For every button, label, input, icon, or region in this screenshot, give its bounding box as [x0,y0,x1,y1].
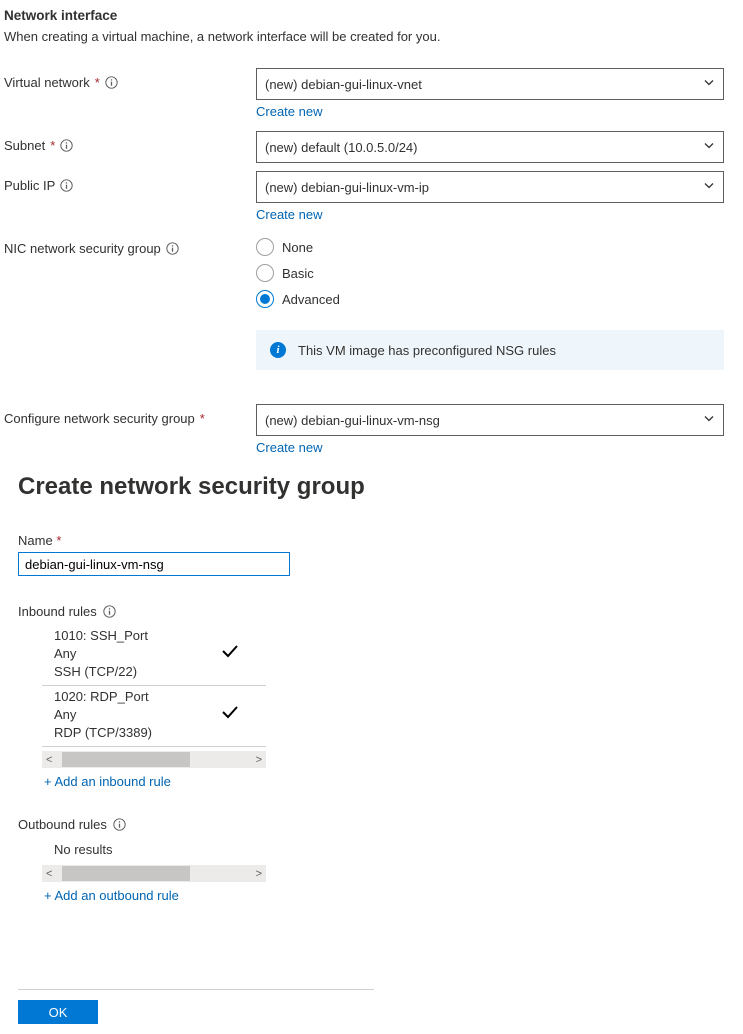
rule-service: RDP (TCP/3389) [54,724,236,742]
scroll-left-icon[interactable]: < [44,754,54,766]
row-nic-nsg: NIC network security group None Basic Ad… [4,234,739,308]
link-add-inbound-rule[interactable]: + Add an inbound rule [44,774,171,789]
label-configure-nsg: Configure network security group * [4,404,256,426]
row-subnet: Subnet * (new) default (10.0.5.0/24) [4,131,739,163]
dropdown-subnet-value: (new) default (10.0.5.0/24) [265,140,417,155]
required-asterisk: * [56,533,61,548]
info-icon[interactable] [60,139,73,152]
heading-inbound-rules-text: Inbound rules [18,604,97,619]
link-add-outbound-rule[interactable]: + Add an outbound rule [44,888,179,903]
radio-group-nic-nsg: None Basic Advanced [256,234,724,308]
link-create-new-nsg[interactable]: Create new [256,440,322,455]
scrollbar-thumb[interactable] [62,752,190,767]
scroll-left-icon[interactable]: < [44,868,54,880]
radio-option-advanced[interactable]: Advanced [256,290,724,308]
horizontal-scrollbar[interactable]: < > [42,751,266,768]
heading-create-nsg: Create network security group [18,473,739,501]
checkmark-icon [220,702,240,727]
section-description: When creating a virtual machine, a netwo… [4,29,739,44]
chevron-down-icon [703,413,715,428]
info-banner-preconfigured-nsg: i This VM image has preconfigured NSG ru… [256,330,724,370]
rule-priority: 1020: RDP_Port [54,688,236,706]
no-results-text: No results [42,838,266,861]
dropdown-public-ip-value: (new) debian-gui-linux-vm-ip [265,180,429,195]
link-create-new-vnet[interactable]: Create new [256,104,322,119]
input-nsg-name[interactable] [18,552,290,576]
outbound-rules-list: No results < > [42,838,266,882]
label-nic-nsg: NIC network security group [4,234,256,256]
dropdown-configure-nsg-value: (new) debian-gui-linux-vm-nsg [265,413,440,428]
info-icon[interactable] [103,605,116,618]
chevron-down-icon [703,180,715,195]
link-create-new-ip[interactable]: Create new [256,207,322,222]
dropdown-virtual-network[interactable]: (new) debian-gui-linux-vnet [256,68,724,100]
rule-entry-ssh[interactable]: 1010: SSH_Port Any SSH (TCP/22) [42,625,266,686]
chevron-down-icon [703,140,715,155]
required-asterisk: * [50,138,55,153]
label-public-ip: Public IP [4,171,256,193]
checkmark-icon [220,641,240,666]
info-icon[interactable] [105,76,118,89]
label-virtual-network: Virtual network * [4,68,256,90]
label-subnet-text: Subnet [4,138,45,153]
rule-entry-rdp[interactable]: 1020: RDP_Port Any RDP (TCP/3389) [42,686,266,747]
row-virtual-network: Virtual network * (new) debian-gui-linux… [4,68,739,119]
label-nic-nsg-text: NIC network security group [4,241,161,256]
info-icon[interactable] [166,242,179,255]
heading-outbound-rules: Outbound rules [18,817,739,832]
required-asterisk: * [200,411,205,426]
label-virtual-network-text: Virtual network [4,75,90,90]
dropdown-configure-nsg[interactable]: (new) debian-gui-linux-vm-nsg [256,404,724,436]
label-public-ip-text: Public IP [4,178,55,193]
heading-inbound-rules: Inbound rules [18,604,739,619]
horizontal-scrollbar[interactable]: < > [42,865,266,882]
scrollbar-thumb[interactable] [62,866,190,881]
radio-label: None [282,240,313,255]
info-banner-text: This VM image has preconfigured NSG rule… [298,343,556,358]
radio-label: Basic [282,266,314,281]
info-icon[interactable] [113,818,126,831]
dropdown-subnet[interactable]: (new) default (10.0.5.0/24) [256,131,724,163]
info-icon: i [270,342,286,358]
divider [18,989,374,990]
chevron-down-icon [703,77,715,92]
info-icon[interactable] [60,179,73,192]
rule-service: SSH (TCP/22) [54,663,236,681]
rule-priority: 1010: SSH_Port [54,627,236,645]
inbound-rules-list: 1010: SSH_Port Any SSH (TCP/22) 1020: RD… [42,625,266,768]
label-subnet: Subnet * [4,131,256,153]
required-asterisk: * [95,75,100,90]
scroll-right-icon[interactable]: > [254,754,264,766]
radio-option-basic[interactable]: Basic [256,264,724,282]
section-heading-network-interface: Network interface [4,8,739,23]
ok-button[interactable]: OK [18,1000,98,1024]
label-nsg-name-text: Name [18,533,53,548]
dropdown-public-ip[interactable]: (new) debian-gui-linux-vm-ip [256,171,724,203]
scroll-right-icon[interactable]: > [254,868,264,880]
row-configure-nsg: Configure network security group * (new)… [4,404,739,455]
radio-label: Advanced [282,292,340,307]
label-configure-nsg-text: Configure network security group [4,411,195,426]
rule-source: Any [54,645,236,663]
rule-source: Any [54,706,236,724]
heading-outbound-rules-text: Outbound rules [18,817,107,832]
dropdown-virtual-network-value: (new) debian-gui-linux-vnet [265,77,422,92]
label-nsg-name: Name * [18,533,739,548]
radio-option-none[interactable]: None [256,238,724,256]
row-public-ip: Public IP (new) debian-gui-linux-vm-ip C… [4,171,739,222]
